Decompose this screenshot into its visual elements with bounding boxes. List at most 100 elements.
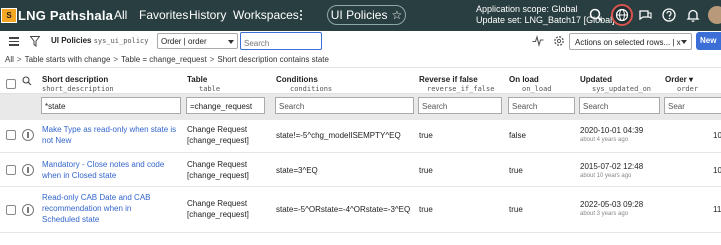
short-description-link[interactable]: Mandatory - Close notes and code when in…	[42, 159, 172, 181]
context-title: UI Policies	[330, 8, 388, 22]
search-icon[interactable]	[22, 76, 32, 86]
filter-table[interactable]: =change_request	[186, 97, 265, 114]
breadcrumb: All > Table starts with change > Table = cha…	[0, 53, 721, 68]
nav-workspaces[interactable]: Workspaces	[233, 8, 299, 22]
list-toolbar: UI Policies sys_ui_policy Order | order …	[0, 31, 721, 53]
globe-icon	[615, 8, 629, 22]
bell-icon[interactable]	[685, 7, 701, 23]
chat-icon[interactable]	[637, 7, 653, 23]
info-icon[interactable]	[22, 129, 34, 141]
order-cell: 10	[713, 166, 721, 175]
logo-badge: S	[1, 7, 17, 23]
nav-all[interactable]: All	[114, 8, 127, 22]
column-header-conditions[interactable]: Conditions conditions	[276, 75, 332, 94]
breadcrumb-item[interactable]: Short description contains state	[217, 55, 329, 64]
column-header-reverse-if-false[interactable]: Reverse if false reverse_if_false	[419, 75, 494, 94]
context-title-pill[interactable]: UI Policies ☆	[327, 5, 406, 25]
breadcrumb-separator: >	[209, 55, 215, 64]
help-icon[interactable]	[661, 7, 677, 23]
filter-icon[interactable]	[30, 36, 40, 47]
filter-conditions[interactable]: Search	[275, 97, 414, 114]
select-all-checkbox[interactable]	[6, 79, 16, 89]
updated-cell: 2022-05-03 09:28 about 3 years ago	[580, 199, 643, 218]
table-name: [change_request]	[187, 136, 249, 145]
short-description-link[interactable]: Read-only CAB Date and CAB recommendatio…	[42, 192, 170, 225]
logo[interactable]: S LNG Pathshala	[1, 7, 114, 23]
sort-descending-icon: ▾	[689, 75, 694, 84]
table-label: Change Request	[187, 160, 248, 169]
on-load-cell: false	[509, 131, 526, 140]
updated-relative: about 3 years ago	[580, 211, 629, 217]
conditions-cell: state=3^EQ	[276, 166, 318, 175]
breadcrumb-item[interactable]: Table starts with change	[25, 55, 111, 64]
activity-icon[interactable]	[532, 35, 544, 47]
column-header-table[interactable]: Table table	[187, 75, 220, 94]
row-divider	[0, 152, 721, 153]
breadcrumb-item[interactable]: All	[5, 55, 14, 64]
column-label: Updated	[580, 75, 612, 84]
conditions-cell: state!=-5^chg_modelISEMPTY^EQ	[276, 131, 401, 140]
table-cell: Change Request [change_request]	[187, 124, 249, 146]
column-label: On load	[509, 75, 539, 84]
row-checkbox[interactable]	[6, 165, 16, 175]
on-load-cell: true	[509, 205, 523, 214]
new-button[interactable]: New	[696, 32, 721, 50]
info-icon[interactable]	[22, 204, 34, 216]
info-icon[interactable]	[22, 164, 34, 176]
search-field-select[interactable]: Order | order	[157, 33, 238, 49]
list-table-name: sys_ui_policy	[93, 37, 149, 45]
row-checkbox[interactable]	[6, 130, 16, 140]
logo-text: LNG Pathshala	[18, 7, 114, 23]
column-label: Reverse if false	[419, 75, 478, 84]
nav-favorites[interactable]: Favorites	[139, 8, 188, 22]
filter-updated[interactable]: Search	[579, 97, 660, 114]
avatar[interactable]	[708, 6, 721, 24]
updated-value: 2020-10-01 04:39	[580, 126, 644, 135]
short-description-link[interactable]: Make Type as read-only when state is not…	[42, 124, 178, 146]
settings-icon[interactable]	[553, 35, 565, 47]
updated-cell: 2020-10-01 04:39 about 4 years ago	[580, 125, 643, 144]
search-icon[interactable]	[588, 7, 604, 23]
star-icon[interactable]: ☆	[391, 8, 402, 22]
column-header-order[interactable]: Order ▾ order	[665, 75, 698, 94]
column-label: Conditions	[276, 75, 318, 84]
filter-on-load[interactable]: Search	[508, 97, 575, 114]
updated-value: 2015-07-02 12:48	[580, 162, 644, 171]
reverse-if-false-cell: true	[419, 205, 433, 214]
list-title[interactable]: UI Policies sys_ui_policy	[51, 36, 149, 45]
column-header-updated[interactable]: Updated sys_updated_on	[580, 75, 651, 94]
table-cell: Change Request [change_request]	[187, 159, 249, 181]
hamburger-icon[interactable]	[9, 37, 19, 46]
table-name: [change_request]	[187, 171, 249, 180]
column-header-short-description[interactable]: Short description short_description	[42, 75, 114, 94]
reverse-if-false-cell: true	[419, 131, 433, 140]
chevron-down-icon	[228, 40, 234, 44]
breadcrumb-item[interactable]: Table = change_request	[121, 55, 207, 64]
order-cell: 10	[713, 131, 721, 140]
actions-label: Actions on selected rows... | x	[575, 38, 681, 47]
row-divider	[0, 186, 721, 187]
column-label: Short description	[42, 75, 109, 84]
filter-order[interactable]: Sear	[664, 97, 721, 114]
search-input[interactable]	[240, 32, 322, 50]
row-divider	[0, 232, 721, 233]
more-menu-icon[interactable]	[296, 9, 306, 21]
globe-button[interactable]	[611, 4, 633, 26]
column-header-on-load[interactable]: On load on_load	[509, 75, 552, 94]
conditions-cell: state=-5^ORstate=-4^ORstate=-3^EQ	[276, 205, 411, 214]
table-cell: Change Request [change_request]	[187, 198, 249, 220]
list-title-text: UI Policies	[51, 36, 92, 45]
top-banner: S LNG Pathshala All Favorites History Wo…	[0, 0, 721, 31]
nav-history[interactable]: History	[189, 8, 226, 22]
filter-short-description[interactable]: *state	[41, 97, 181, 114]
actions-select[interactable]: Actions on selected rows... | x	[569, 33, 692, 50]
column-label: Order	[665, 75, 687, 84]
on-load-cell: true	[509, 166, 523, 175]
filter-reverse-if-false[interactable]: Search	[418, 97, 502, 114]
table-label: Change Request	[187, 125, 248, 134]
updated-relative: about 4 years ago	[580, 137, 629, 143]
order-cell: 11	[713, 205, 721, 214]
table-name: [change_request]	[187, 210, 249, 219]
breadcrumb-separator: >	[113, 55, 119, 64]
row-checkbox[interactable]	[6, 205, 16, 215]
